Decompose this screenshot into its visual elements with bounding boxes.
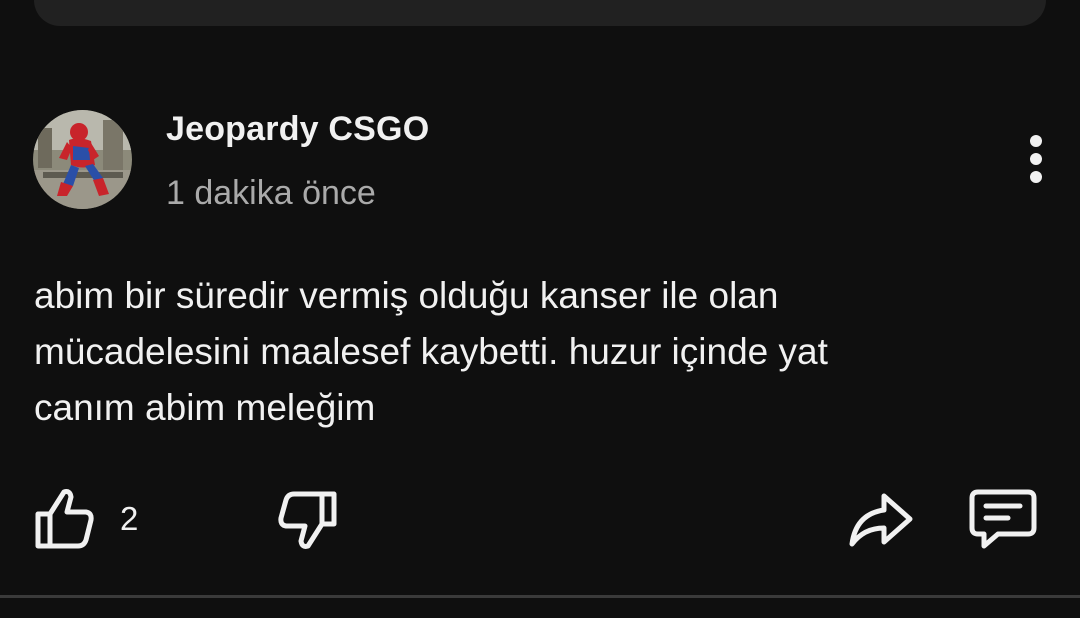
share-arrow-icon — [849, 493, 913, 547]
previous-card — [34, 0, 1046, 26]
comment-bubble-icon — [969, 489, 1037, 549]
thumbs-up-icon — [35, 489, 94, 549]
author-avatar[interactable] — [33, 110, 132, 209]
thumbs-down-icon — [278, 491, 337, 549]
share-button[interactable] — [846, 488, 916, 550]
reply-button[interactable] — [968, 486, 1038, 552]
comment-timestamp: 1 dakika önce — [166, 174, 376, 212]
comment-text-line: abim bir süredir vermiş olduğu kanser il… — [34, 275, 779, 316]
divider — [0, 595, 1080, 598]
comment-text-line: mücadelesini maalesef kaybetti. huzur iç… — [34, 331, 828, 372]
spiderman-avatar-image — [33, 110, 132, 209]
more-options-button[interactable] — [1014, 132, 1058, 188]
like-button[interactable] — [34, 486, 96, 552]
like-count: 2 — [120, 500, 139, 537]
vertical-ellipsis-icon — [1030, 135, 1042, 183]
comment-text-line: canım abim meleğim — [34, 387, 376, 428]
comment-body: abim bir süredir vermiş olduğu kanser il… — [34, 268, 1034, 436]
author-name[interactable]: Jeopardy CSGO — [166, 110, 429, 149]
dislike-button[interactable] — [276, 486, 340, 552]
